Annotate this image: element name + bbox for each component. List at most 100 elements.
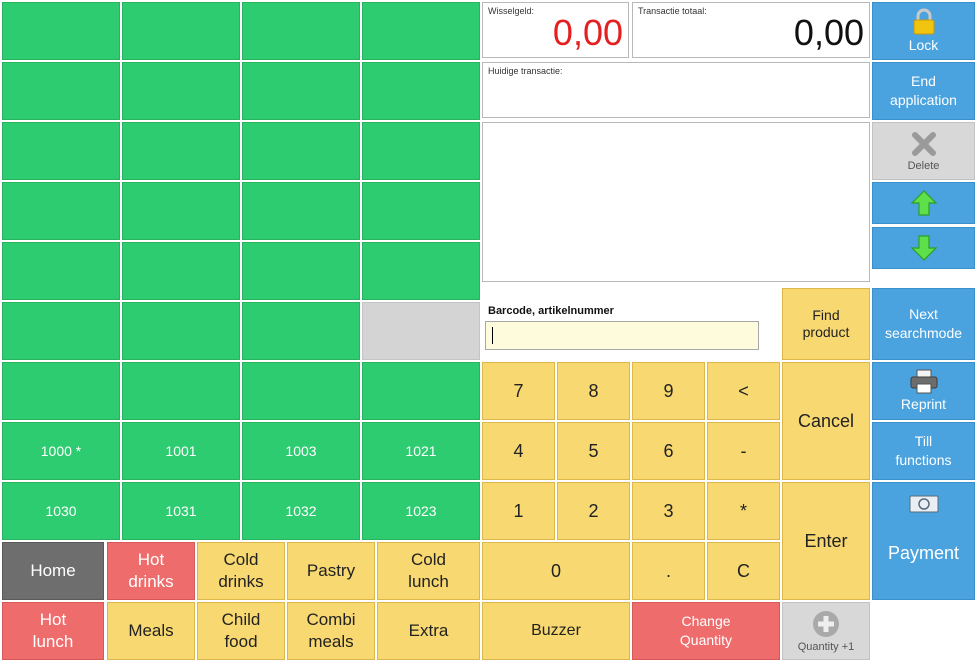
product-button[interactable] bbox=[242, 362, 360, 420]
end-application-button[interactable]: End application bbox=[872, 62, 975, 120]
product-button-1001[interactable]: 1001 bbox=[122, 422, 240, 480]
payment-label: Payment bbox=[887, 543, 960, 563]
arrow-down-icon bbox=[910, 235, 937, 261]
barcode-input[interactable] bbox=[485, 321, 759, 350]
key-multiply[interactable]: * bbox=[707, 482, 780, 540]
key-0[interactable]: 0 bbox=[482, 542, 630, 600]
category-pastry[interactable]: Pastry bbox=[287, 542, 375, 600]
total-label: Transactie totaal: bbox=[638, 6, 707, 16]
key-3[interactable]: 3 bbox=[632, 482, 705, 540]
plus-icon bbox=[813, 610, 839, 637]
product-button[interactable] bbox=[242, 182, 360, 240]
product-button[interactable] bbox=[362, 122, 480, 180]
buzzer-button[interactable]: Buzzer bbox=[482, 602, 630, 660]
lock-label: Lock bbox=[908, 36, 939, 53]
category-hot-lunch[interactable]: Hot lunch bbox=[2, 602, 104, 660]
find-product-button[interactable]: Find product bbox=[782, 288, 870, 360]
product-button[interactable] bbox=[362, 2, 480, 60]
barcode-label: Barcode, artikelnummer bbox=[488, 305, 614, 317]
product-button[interactable] bbox=[122, 122, 240, 180]
printer-icon bbox=[910, 369, 937, 394]
product-button-1030[interactable]: 1030 bbox=[2, 482, 120, 540]
product-button-1003[interactable]: 1003 bbox=[242, 422, 360, 480]
delete-x-icon bbox=[911, 131, 936, 156]
reprint-label: Reprint bbox=[900, 395, 947, 412]
scroll-up-button[interactable] bbox=[872, 182, 975, 224]
total-display: Transactie totaal: 0,00 bbox=[632, 2, 870, 58]
product-button[interactable] bbox=[362, 182, 480, 240]
category-cold-lunch[interactable]: Cold lunch bbox=[377, 542, 480, 600]
payment-button[interactable]: Payment bbox=[872, 482, 975, 600]
delete-label: Delete bbox=[907, 159, 940, 172]
current-transaction-panel: Huidige transactie: bbox=[482, 62, 870, 118]
change-label: Wisselgeld: bbox=[488, 6, 535, 16]
key-6[interactable]: 6 bbox=[632, 422, 705, 480]
product-button[interactable] bbox=[2, 122, 120, 180]
key-5[interactable]: 5 bbox=[557, 422, 630, 480]
product-button-1031[interactable]: 1031 bbox=[122, 482, 240, 540]
category-extra[interactable]: Extra bbox=[377, 602, 480, 660]
product-button[interactable] bbox=[242, 122, 360, 180]
product-button[interactable] bbox=[2, 182, 120, 240]
till-functions-button[interactable]: Till functions bbox=[872, 422, 975, 480]
category-cold-drinks[interactable]: Cold drinks bbox=[197, 542, 285, 600]
product-button[interactable] bbox=[2, 62, 120, 120]
product-button[interactable] bbox=[242, 2, 360, 60]
category-meals[interactable]: Meals bbox=[107, 602, 195, 660]
product-button-1000[interactable]: 1000 * bbox=[2, 422, 120, 480]
product-button-1023[interactable]: 1023 bbox=[362, 482, 480, 540]
product-button[interactable] bbox=[242, 302, 360, 360]
cancel-button[interactable]: Cancel bbox=[782, 362, 870, 480]
key-9[interactable]: 9 bbox=[632, 362, 705, 420]
category-combi-meals[interactable]: Combi meals bbox=[287, 602, 375, 660]
product-button[interactable] bbox=[2, 362, 120, 420]
key-minus[interactable]: - bbox=[707, 422, 780, 480]
key-8[interactable]: 8 bbox=[557, 362, 630, 420]
delete-button[interactable]: Delete bbox=[872, 122, 975, 180]
change-quantity-button[interactable]: Change Quantity bbox=[632, 602, 780, 660]
change-display: Wisselgeld: 0,00 bbox=[482, 2, 629, 58]
key-clear[interactable]: C bbox=[707, 542, 780, 600]
product-button[interactable] bbox=[2, 242, 120, 300]
key-1[interactable]: 1 bbox=[482, 482, 555, 540]
product-button[interactable] bbox=[122, 362, 240, 420]
next-searchmode-button[interactable]: Next searchmode bbox=[872, 288, 975, 360]
key-7[interactable]: 7 bbox=[482, 362, 555, 420]
reprint-button[interactable]: Reprint bbox=[872, 362, 975, 420]
empty-product-slot bbox=[362, 302, 480, 360]
product-button-1021[interactable]: 1021 bbox=[362, 422, 480, 480]
text-cursor bbox=[492, 327, 493, 344]
product-button[interactable] bbox=[122, 62, 240, 120]
key-2[interactable]: 2 bbox=[557, 482, 630, 540]
product-button[interactable] bbox=[242, 242, 360, 300]
product-button[interactable] bbox=[122, 242, 240, 300]
product-button[interactable] bbox=[2, 302, 120, 360]
product-button-1032[interactable]: 1032 bbox=[242, 482, 360, 540]
lock-button[interactable]: Lock bbox=[872, 2, 975, 60]
product-button[interactable] bbox=[122, 2, 240, 60]
enter-button[interactable]: Enter bbox=[782, 482, 870, 600]
product-button[interactable] bbox=[362, 62, 480, 120]
arrow-up-icon bbox=[910, 190, 937, 216]
scroll-down-button[interactable] bbox=[872, 227, 975, 269]
transaction-lines-list[interactable] bbox=[482, 122, 870, 282]
product-button[interactable] bbox=[362, 362, 480, 420]
key-decimal[interactable]: . bbox=[632, 542, 705, 600]
product-button[interactable] bbox=[122, 182, 240, 240]
category-hot-drinks[interactable]: Hot drinks bbox=[107, 542, 195, 600]
key-4[interactable]: 4 bbox=[482, 422, 555, 480]
product-button[interactable] bbox=[362, 242, 480, 300]
category-home[interactable]: Home bbox=[2, 542, 104, 600]
lock-icon bbox=[913, 8, 934, 35]
key-backspace[interactable]: < bbox=[707, 362, 780, 420]
barcode-section: Barcode, artikelnummer bbox=[482, 290, 780, 356]
change-value: 0,00 bbox=[552, 12, 623, 53]
quantity-plus-one-label: Quantity +1 bbox=[797, 640, 855, 653]
quantity-plus-one-button[interactable]: Quantity +1 bbox=[782, 602, 870, 660]
category-child-food[interactable]: Child food bbox=[197, 602, 285, 660]
product-button[interactable] bbox=[242, 62, 360, 120]
total-value: 0,00 bbox=[793, 12, 864, 53]
product-button[interactable] bbox=[2, 2, 120, 60]
banknote-icon bbox=[909, 495, 938, 513]
product-button[interactable] bbox=[122, 302, 240, 360]
